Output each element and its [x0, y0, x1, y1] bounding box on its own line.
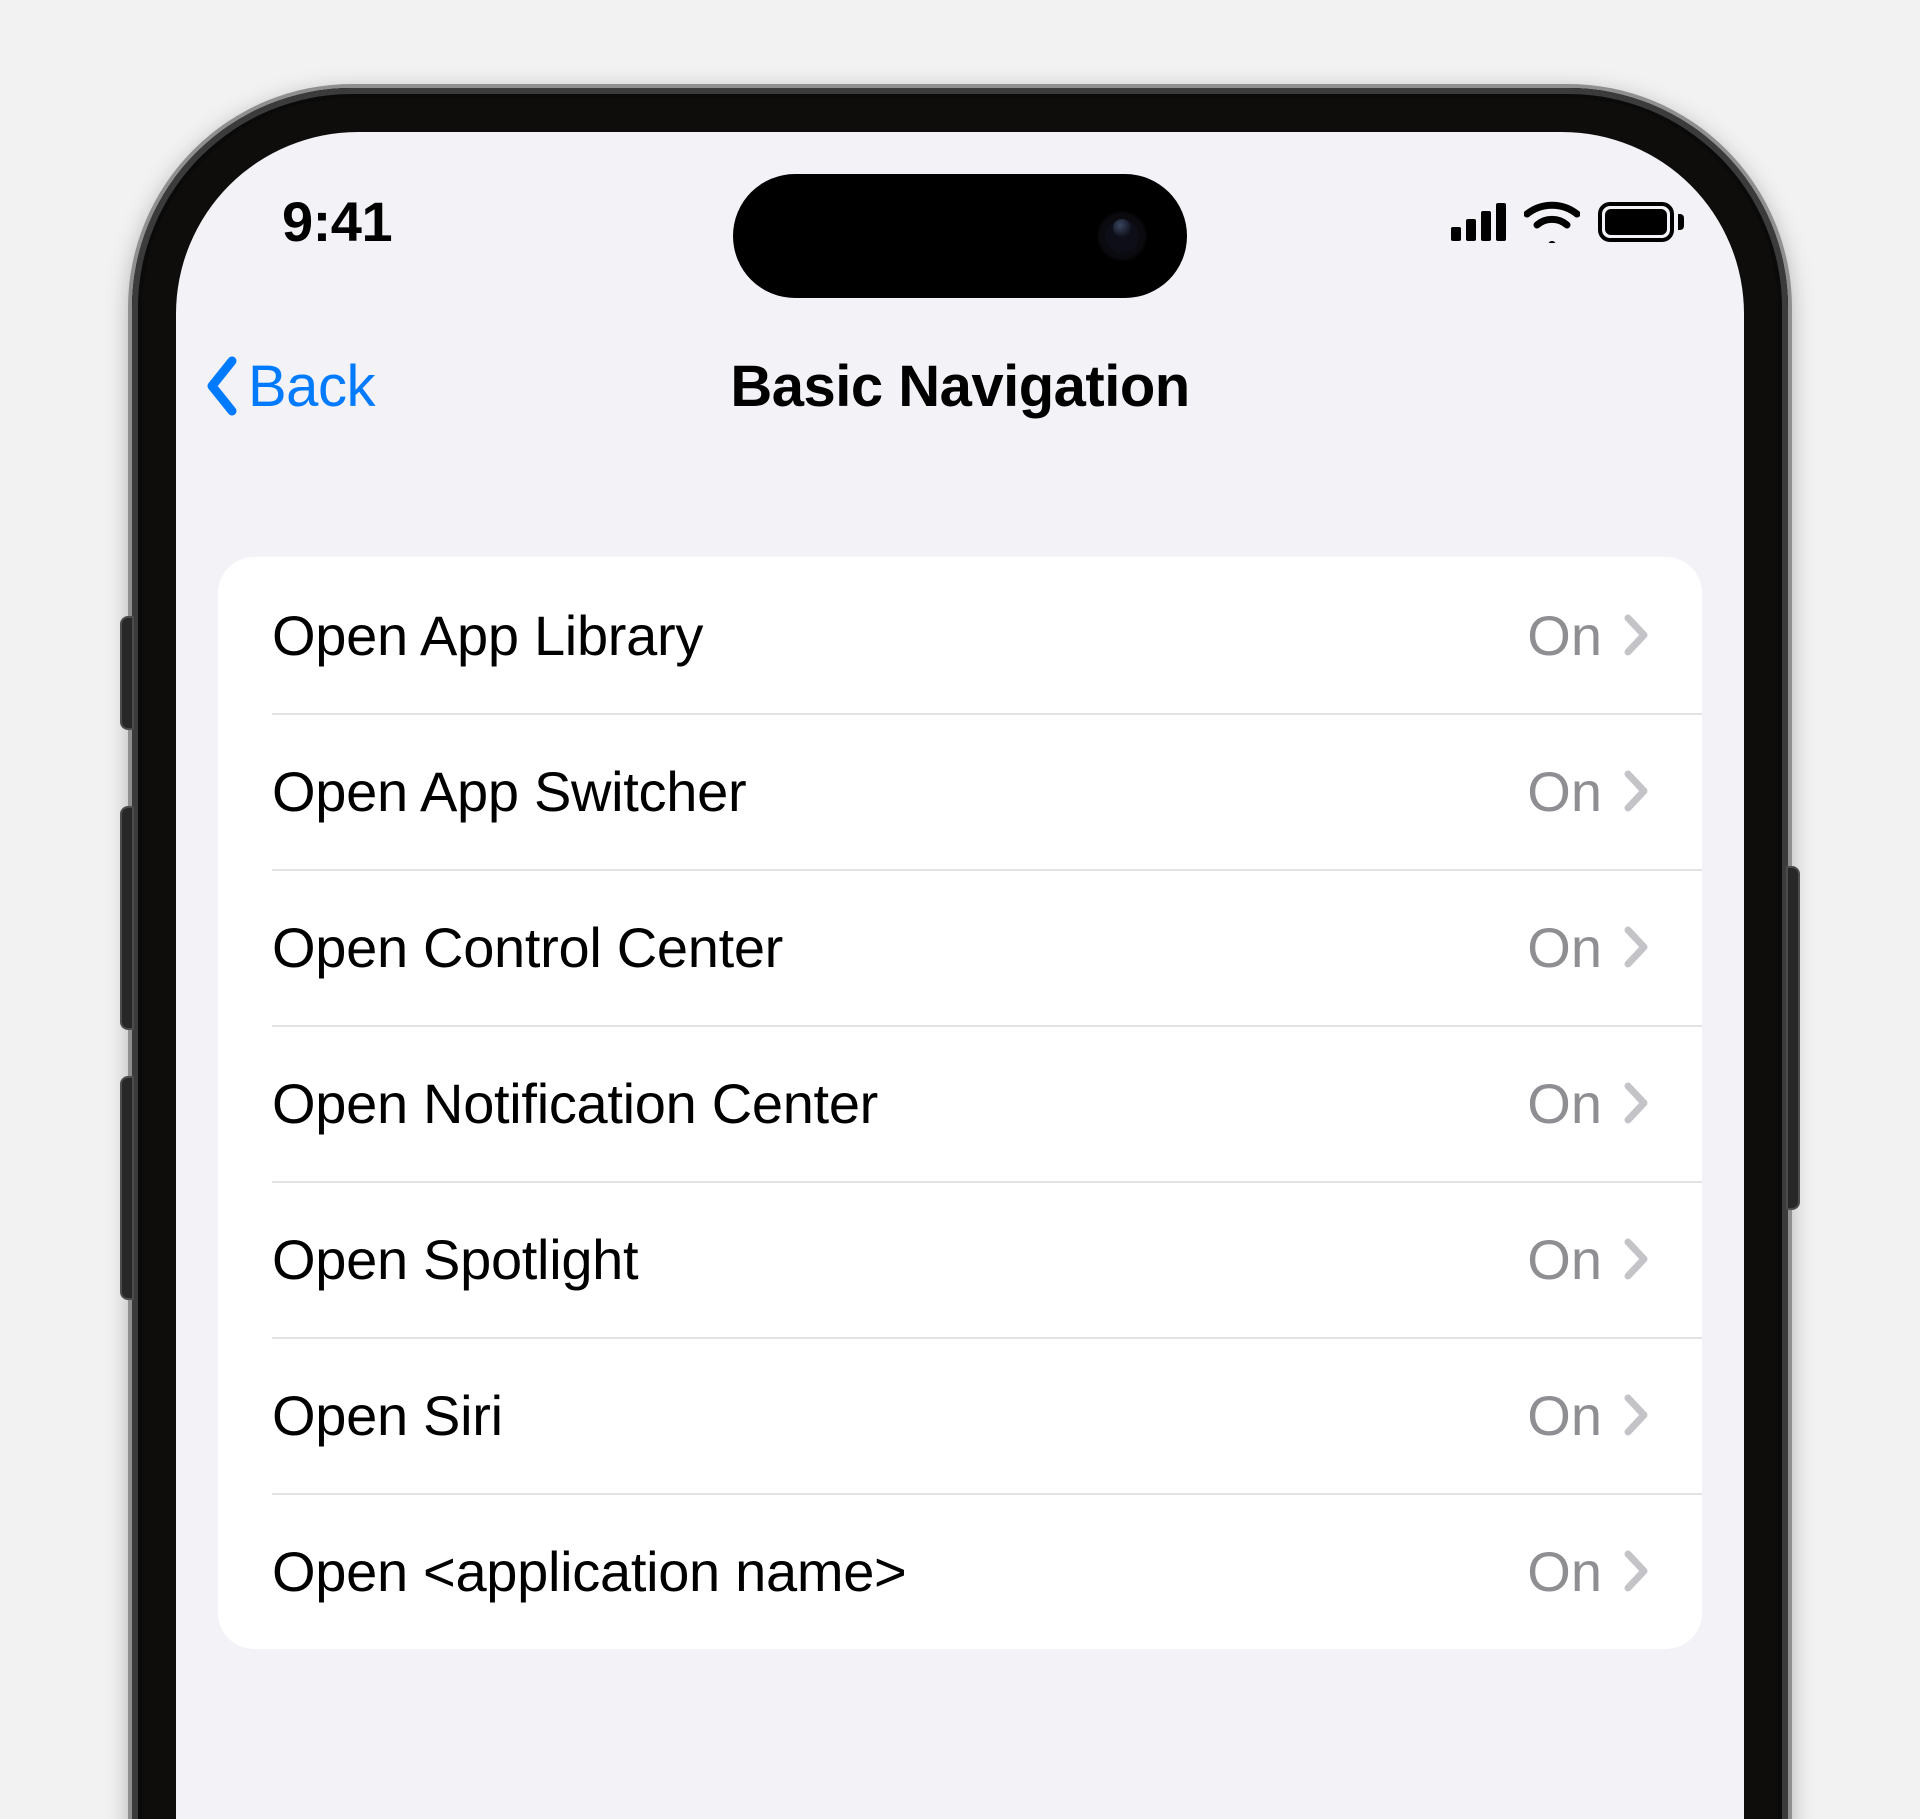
mute-switch — [122, 618, 132, 728]
chevron-right-icon — [1622, 1080, 1650, 1126]
device-frame: 9:41 — [132, 88, 1788, 1819]
row-label: Open App Library — [272, 603, 703, 668]
chevron-right-icon — [1622, 924, 1650, 970]
back-button[interactable]: Back — [194, 347, 383, 426]
settings-list: Open App Library On Open App Switcher On — [218, 557, 1702, 1649]
row-value: On — [1527, 1227, 1602, 1292]
row-open-notification-center[interactable]: Open Notification Center On — [218, 1025, 1702, 1181]
volume-up-button — [122, 808, 132, 1028]
canvas: 9:41 — [0, 0, 1920, 1819]
row-right: On — [1527, 1071, 1650, 1136]
status-time: 9:41 — [230, 175, 392, 254]
battery-icon — [1598, 202, 1684, 242]
row-value: On — [1527, 1539, 1602, 1604]
nav-title: Basic Navigation — [730, 353, 1189, 420]
row-label: Open <application name> — [272, 1539, 906, 1604]
row-open-siri[interactable]: Open Siri On — [218, 1337, 1702, 1493]
row-label: Open App Switcher — [272, 759, 746, 824]
nav-bar: Back Basic Navigation — [176, 322, 1744, 450]
row-right: On — [1527, 915, 1650, 980]
row-open-application[interactable]: Open <application name> On — [218, 1493, 1702, 1649]
dynamic-island — [733, 174, 1187, 298]
row-value: On — [1527, 603, 1602, 668]
row-value: On — [1527, 1383, 1602, 1448]
chevron-right-icon — [1622, 1548, 1650, 1594]
chevron-left-icon — [202, 355, 242, 417]
chevron-right-icon — [1622, 1236, 1650, 1282]
volume-down-button — [122, 1078, 132, 1298]
row-value: On — [1527, 1071, 1602, 1136]
row-right: On — [1527, 1383, 1650, 1448]
row-open-spotlight[interactable]: Open Spotlight On — [218, 1181, 1702, 1337]
row-right: On — [1527, 759, 1650, 824]
wifi-icon — [1524, 201, 1580, 243]
chevron-right-icon — [1622, 612, 1650, 658]
chevron-right-icon — [1622, 1392, 1650, 1438]
row-label: Open Siri — [272, 1383, 503, 1448]
row-open-app-switcher[interactable]: Open App Switcher On — [218, 713, 1702, 869]
row-label: Open Notification Center — [272, 1071, 878, 1136]
front-camera — [1099, 213, 1145, 259]
row-value: On — [1527, 759, 1602, 824]
row-right: On — [1527, 603, 1650, 668]
row-right: On — [1527, 1227, 1650, 1292]
cellular-icon — [1451, 203, 1506, 241]
back-label: Back — [248, 353, 375, 420]
row-label: Open Control Center — [272, 915, 783, 980]
row-open-app-library[interactable]: Open App Library On — [218, 557, 1702, 713]
status-icons — [1451, 187, 1690, 243]
row-open-control-center[interactable]: Open Control Center On — [218, 869, 1702, 1025]
row-right: On — [1527, 1539, 1650, 1604]
row-value: On — [1527, 915, 1602, 980]
row-label: Open Spotlight — [272, 1227, 638, 1292]
chevron-right-icon — [1622, 768, 1650, 814]
power-button — [1788, 868, 1798, 1208]
screen: 9:41 — [176, 132, 1744, 1819]
